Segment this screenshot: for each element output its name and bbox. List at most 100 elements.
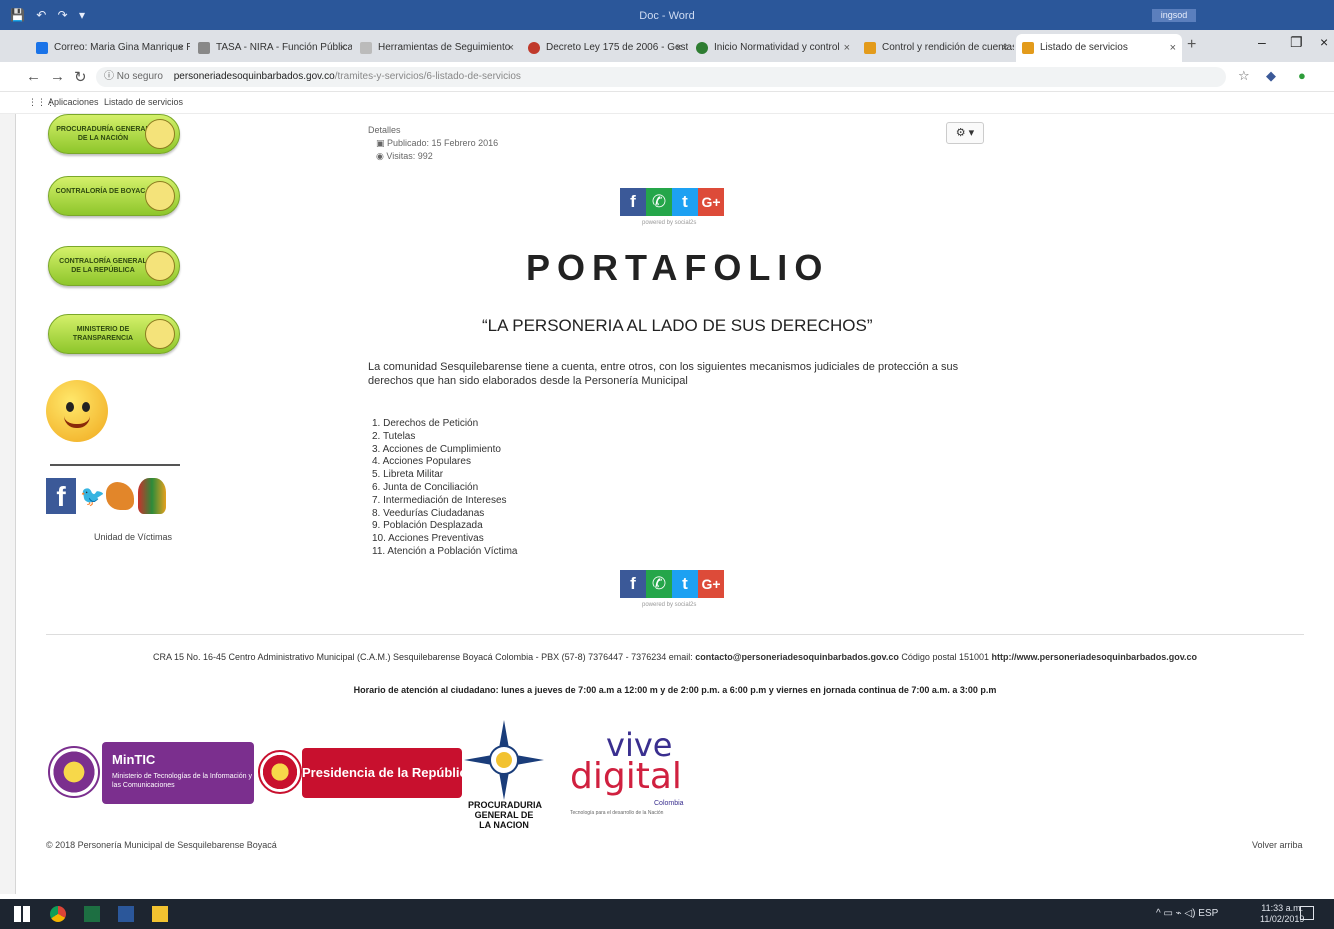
word-icon[interactable] bbox=[118, 906, 134, 922]
vive-digital-tagline: Tecnología para el desarrollo de la Naci… bbox=[570, 810, 664, 816]
powered-by-label: powered by social2s bbox=[642, 602, 697, 608]
notifications-icon[interactable] bbox=[1300, 906, 1314, 920]
list-item: 1. Derechos de Petición bbox=[372, 418, 479, 429]
whatsapp-share-icon[interactable]: ✆ bbox=[646, 570, 672, 598]
twitter-share-icon[interactable]: t bbox=[672, 570, 698, 598]
tab-correo[interactable]: Correo: Maria Gina Manrique R. × bbox=[30, 34, 190, 62]
start-menu-icon[interactable] bbox=[14, 906, 30, 922]
sidebar-divider bbox=[50, 464, 180, 466]
tab-label: Decreto Ley 175 de 2006 - Gestor bbox=[546, 42, 688, 53]
taskbar-clock[interactable]: 11:33 a.m. 11/02/2019 bbox=[1260, 903, 1304, 925]
close-icon[interactable]: × bbox=[1002, 34, 1008, 62]
tab-label: Control y rendición de cuentas bbox=[882, 42, 1014, 53]
twitter-share-icon[interactable]: t bbox=[672, 188, 698, 216]
mintic-logo[interactable]: MinTIC Ministerio de Tecnologías de la I… bbox=[102, 742, 254, 804]
twitter-icon[interactable]: 🐦 bbox=[80, 484, 105, 509]
powered-by-label: powered by social2s bbox=[642, 220, 697, 226]
presidencia-logo[interactable]: Presidencia de la República bbox=[302, 748, 474, 798]
info-icon[interactable]: ⓘ bbox=[104, 71, 114, 82]
postal-code: Código postal 151001 bbox=[901, 652, 989, 662]
maximize-icon[interactable]: ❐ bbox=[1290, 34, 1303, 51]
sidebar-button-contraloria-boyaca[interactable]: CONTRALORÍA DE BOYACÁ bbox=[48, 176, 180, 216]
list-item: 5. Libreta Militar bbox=[372, 469, 444, 481]
visit-count: Visitas: 992 bbox=[386, 151, 433, 161]
close-icon[interactable]: × bbox=[340, 34, 346, 62]
url-host: personeriadesoquinbarbados.gov.co bbox=[173, 71, 335, 82]
not-secure-label: No seguro bbox=[116, 71, 163, 82]
reload-icon[interactable]: ↻ bbox=[74, 68, 87, 86]
contact-email-link[interactable]: contacto@personeriadesoquinbarbados.gov.… bbox=[695, 652, 899, 662]
smiley-mouth bbox=[64, 416, 90, 428]
close-window-icon[interactable]: × bbox=[1320, 34, 1328, 50]
google-plus-share-icon[interactable]: G+ bbox=[698, 570, 724, 598]
tab-label: Inicio Normatividad y control bbox=[714, 42, 840, 53]
excel-icon[interactable] bbox=[84, 906, 100, 922]
file-explorer-icon[interactable] bbox=[152, 906, 168, 922]
back-arrow-icon[interactable]: ← bbox=[26, 68, 41, 85]
joomla-icon bbox=[1022, 42, 1034, 54]
victims-unit-label[interactable]: Unidad de Víctimas bbox=[94, 532, 172, 542]
google-plus-share-icon[interactable]: G+ bbox=[698, 188, 724, 216]
published-date: Publicado: 15 Febrero 2016 bbox=[387, 138, 499, 148]
back-to-top-link[interactable]: Volver arriba bbox=[1252, 840, 1303, 850]
close-icon[interactable]: × bbox=[1170, 34, 1176, 62]
word-user-badge[interactable]: ingsod bbox=[1152, 9, 1196, 22]
share-bar-top: f ✆ t G+ powered by social2s bbox=[620, 188, 730, 226]
mintic-description: Ministerio de Tecnologías de la Informac… bbox=[112, 773, 252, 789]
facebook-share-icon[interactable]: f bbox=[620, 188, 646, 216]
vive-digital-logo[interactable]: vive digital Colombia Tecnología para el… bbox=[568, 726, 692, 820]
digital-text: digital bbox=[570, 756, 682, 797]
footer-divider bbox=[46, 634, 1304, 635]
seal-icon bbox=[145, 181, 175, 211]
tab-label: Herramientas de Seguimiento bbox=[378, 42, 511, 53]
minimize-icon[interactable]: – bbox=[1258, 34, 1266, 50]
bookmarks-bar: ⋮⋮⋮ Aplicaciones Listado de servicios bbox=[0, 92, 1334, 114]
share-bar-bottom: f ✆ t G+ powered by social2s bbox=[620, 570, 730, 608]
new-tab-button[interactable]: + bbox=[1187, 36, 1196, 54]
website-link[interactable]: http://www.personeriadesoquinbarbados.go… bbox=[992, 652, 1198, 662]
forward-arrow-icon[interactable]: → bbox=[50, 68, 65, 85]
bookmark-listado[interactable]: Listado de servicios bbox=[104, 97, 183, 107]
extension-icon[interactable]: ◆ bbox=[1266, 68, 1276, 84]
close-icon[interactable]: × bbox=[844, 34, 850, 62]
sidebar-button-ministerio[interactable]: MINISTERIO DE TRANSPARENCIA bbox=[48, 314, 180, 354]
tab-listado-servicios[interactable]: Listado de servicios × bbox=[1016, 34, 1182, 62]
bookmark-star-icon[interactable]: ☆ bbox=[1238, 68, 1250, 84]
tab-label: Correo: Maria Gina Manrique R. bbox=[54, 42, 190, 53]
document-icon bbox=[360, 42, 372, 54]
seal-icon bbox=[145, 319, 175, 349]
close-icon[interactable]: × bbox=[676, 34, 682, 62]
profile-avatar-icon[interactable]: ● bbox=[1298, 68, 1306, 83]
close-icon[interactable]: × bbox=[508, 34, 514, 62]
hand-icon bbox=[106, 482, 134, 510]
thumbs-up-smiley-icon bbox=[46, 380, 108, 442]
system-tray[interactable]: ^ ▭ ⌁ ◁) ESP bbox=[1156, 908, 1218, 919]
close-icon[interactable]: × bbox=[178, 34, 184, 62]
whatsapp-share-icon[interactable]: ✆ bbox=[646, 188, 672, 216]
tab-control[interactable]: Control y rendición de cuentas × bbox=[858, 34, 1014, 62]
page-title: PORTAFOLIO bbox=[526, 247, 830, 288]
procuraduria-logo[interactable]: PROCURADURIA GENERAL DE LA NACION bbox=[464, 720, 544, 832]
tab-herramientas[interactable]: Herramientas de Seguimiento × bbox=[354, 34, 520, 62]
compass-seal-icon bbox=[464, 720, 544, 800]
list-item: 2. Tutelas bbox=[372, 430, 416, 442]
article-details: Detalles ▣ Publicado: 15 Febrero 2016 ◉ … bbox=[368, 124, 498, 163]
eye-icon: ◉ bbox=[376, 151, 387, 161]
chrome-icon[interactable] bbox=[50, 906, 66, 922]
facebook-icon[interactable]: f bbox=[46, 478, 76, 514]
globe-icon bbox=[696, 42, 708, 54]
web-page: PROCURADURÍA GENERAL DE LA NACIÓN CONTRA… bbox=[16, 114, 1334, 894]
list-item: 10. Acciones Preventivas bbox=[372, 533, 484, 545]
facebook-share-icon[interactable]: f bbox=[620, 570, 646, 598]
tab-normatividad[interactable]: Inicio Normatividad y control × bbox=[690, 34, 856, 62]
article-settings-button[interactable]: ⚙ ▾ bbox=[946, 122, 984, 144]
tab-label: TASA - NIRA - Función Pública bbox=[216, 42, 352, 53]
bookmark-apps[interactable]: Aplicaciones bbox=[48, 97, 99, 107]
sidebar-button-procuraduria[interactable]: PROCURADURÍA GENERAL DE LA NACIÓN bbox=[48, 114, 180, 154]
tab-funcion-publica[interactable]: TASA - NIRA - Función Pública × bbox=[192, 34, 352, 62]
address-bar[interactable]: ⓘ No seguro personeriadesoquinbarbados.g… bbox=[96, 67, 1226, 87]
list-item: 9. Población Desplazada bbox=[372, 520, 483, 532]
tab-decreto[interactable]: Decreto Ley 175 de 2006 - Gestor × bbox=[522, 34, 688, 62]
browser-toolbar: ← → ↻ ⓘ No seguro personeriadesoquinbarb… bbox=[0, 62, 1334, 92]
sidebar-button-contraloria-general[interactable]: CONTRALORÍA GENERAL DE LA REPÚBLICA bbox=[48, 246, 180, 286]
